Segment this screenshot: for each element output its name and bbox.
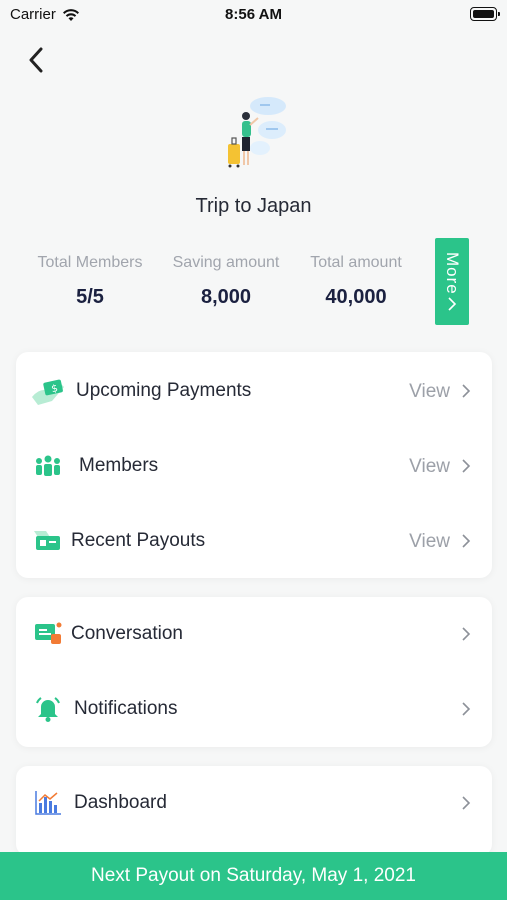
stat-value: 5/5 bbox=[76, 286, 104, 308]
traveler-illustration bbox=[220, 92, 290, 172]
stat-saving-amount: Saving amount 8,000 bbox=[156, 254, 296, 309]
stat-value: 40,000 bbox=[325, 286, 387, 308]
payout-card-icon bbox=[30, 525, 66, 557]
next-payout-banner[interactable]: Next Payout on Saturday, May 1, 2021 bbox=[0, 852, 507, 900]
menu-item-label: Dashboard bbox=[74, 792, 167, 813]
status-bar: Carrier 8:56 AM bbox=[0, 0, 507, 30]
menu-item-label: Upcoming Payments bbox=[76, 380, 252, 401]
menu-item-notifications[interactable]: Notifications bbox=[16, 672, 492, 747]
group-icon bbox=[30, 450, 66, 482]
social-card: Conversation Notifications bbox=[16, 597, 492, 747]
stat-label: Total amount bbox=[310, 254, 402, 271]
stat-label: Total Members bbox=[37, 254, 143, 271]
stat-total-amount: Total amount 40,000 bbox=[286, 254, 426, 309]
battery-icon bbox=[470, 7, 500, 21]
chevron-right-icon bbox=[462, 627, 471, 641]
back-button[interactable] bbox=[20, 42, 52, 78]
trip-title: Trip to Japan bbox=[195, 195, 312, 217]
more-button[interactable]: More bbox=[435, 238, 469, 325]
stat-label: Saving amount bbox=[172, 254, 280, 271]
menu-item-label: Conversation bbox=[71, 623, 183, 644]
stat-value: 8,000 bbox=[200, 286, 252, 308]
menu-item-upcoming-payments[interactable]: $ Upcoming Payments View bbox=[16, 354, 492, 429]
clock: 8:56 AM bbox=[225, 6, 282, 23]
chevron-right-icon bbox=[462, 459, 471, 473]
chevron-right-icon bbox=[462, 796, 471, 810]
menu-item-label: Members bbox=[79, 455, 159, 476]
chevron-right-icon bbox=[462, 384, 471, 398]
view-link[interactable]: View bbox=[409, 456, 450, 478]
menu-item-label: Recent Payouts bbox=[71, 530, 206, 551]
chevron-right-icon bbox=[448, 297, 457, 311]
view-link[interactable]: View bbox=[409, 531, 450, 553]
menu-item-members[interactable]: Members View bbox=[16, 429, 492, 504]
payments-card: $ Upcoming Payments View Members View Re… bbox=[16, 352, 492, 578]
menu-item-dashboard[interactable]: Dashboard bbox=[16, 766, 492, 841]
chat-icon bbox=[30, 618, 66, 650]
chevron-right-icon bbox=[462, 702, 471, 716]
insights-card: Dashboard bbox=[16, 766, 492, 856]
view-link[interactable]: View bbox=[409, 381, 450, 403]
bar-chart-icon bbox=[30, 787, 66, 819]
chevron-left-icon bbox=[29, 47, 43, 73]
bell-icon bbox=[30, 693, 66, 725]
menu-item-label: Notifications bbox=[74, 698, 178, 719]
menu-item-conversation[interactable]: Conversation bbox=[16, 597, 492, 672]
money-hand-icon: $ bbox=[30, 375, 66, 407]
stat-total-members: Total Members 5/5 bbox=[20, 254, 160, 309]
more-label: More bbox=[443, 252, 462, 295]
chevron-right-icon bbox=[462, 534, 471, 548]
menu-item-recent-payouts[interactable]: Recent Payouts View bbox=[16, 504, 492, 579]
